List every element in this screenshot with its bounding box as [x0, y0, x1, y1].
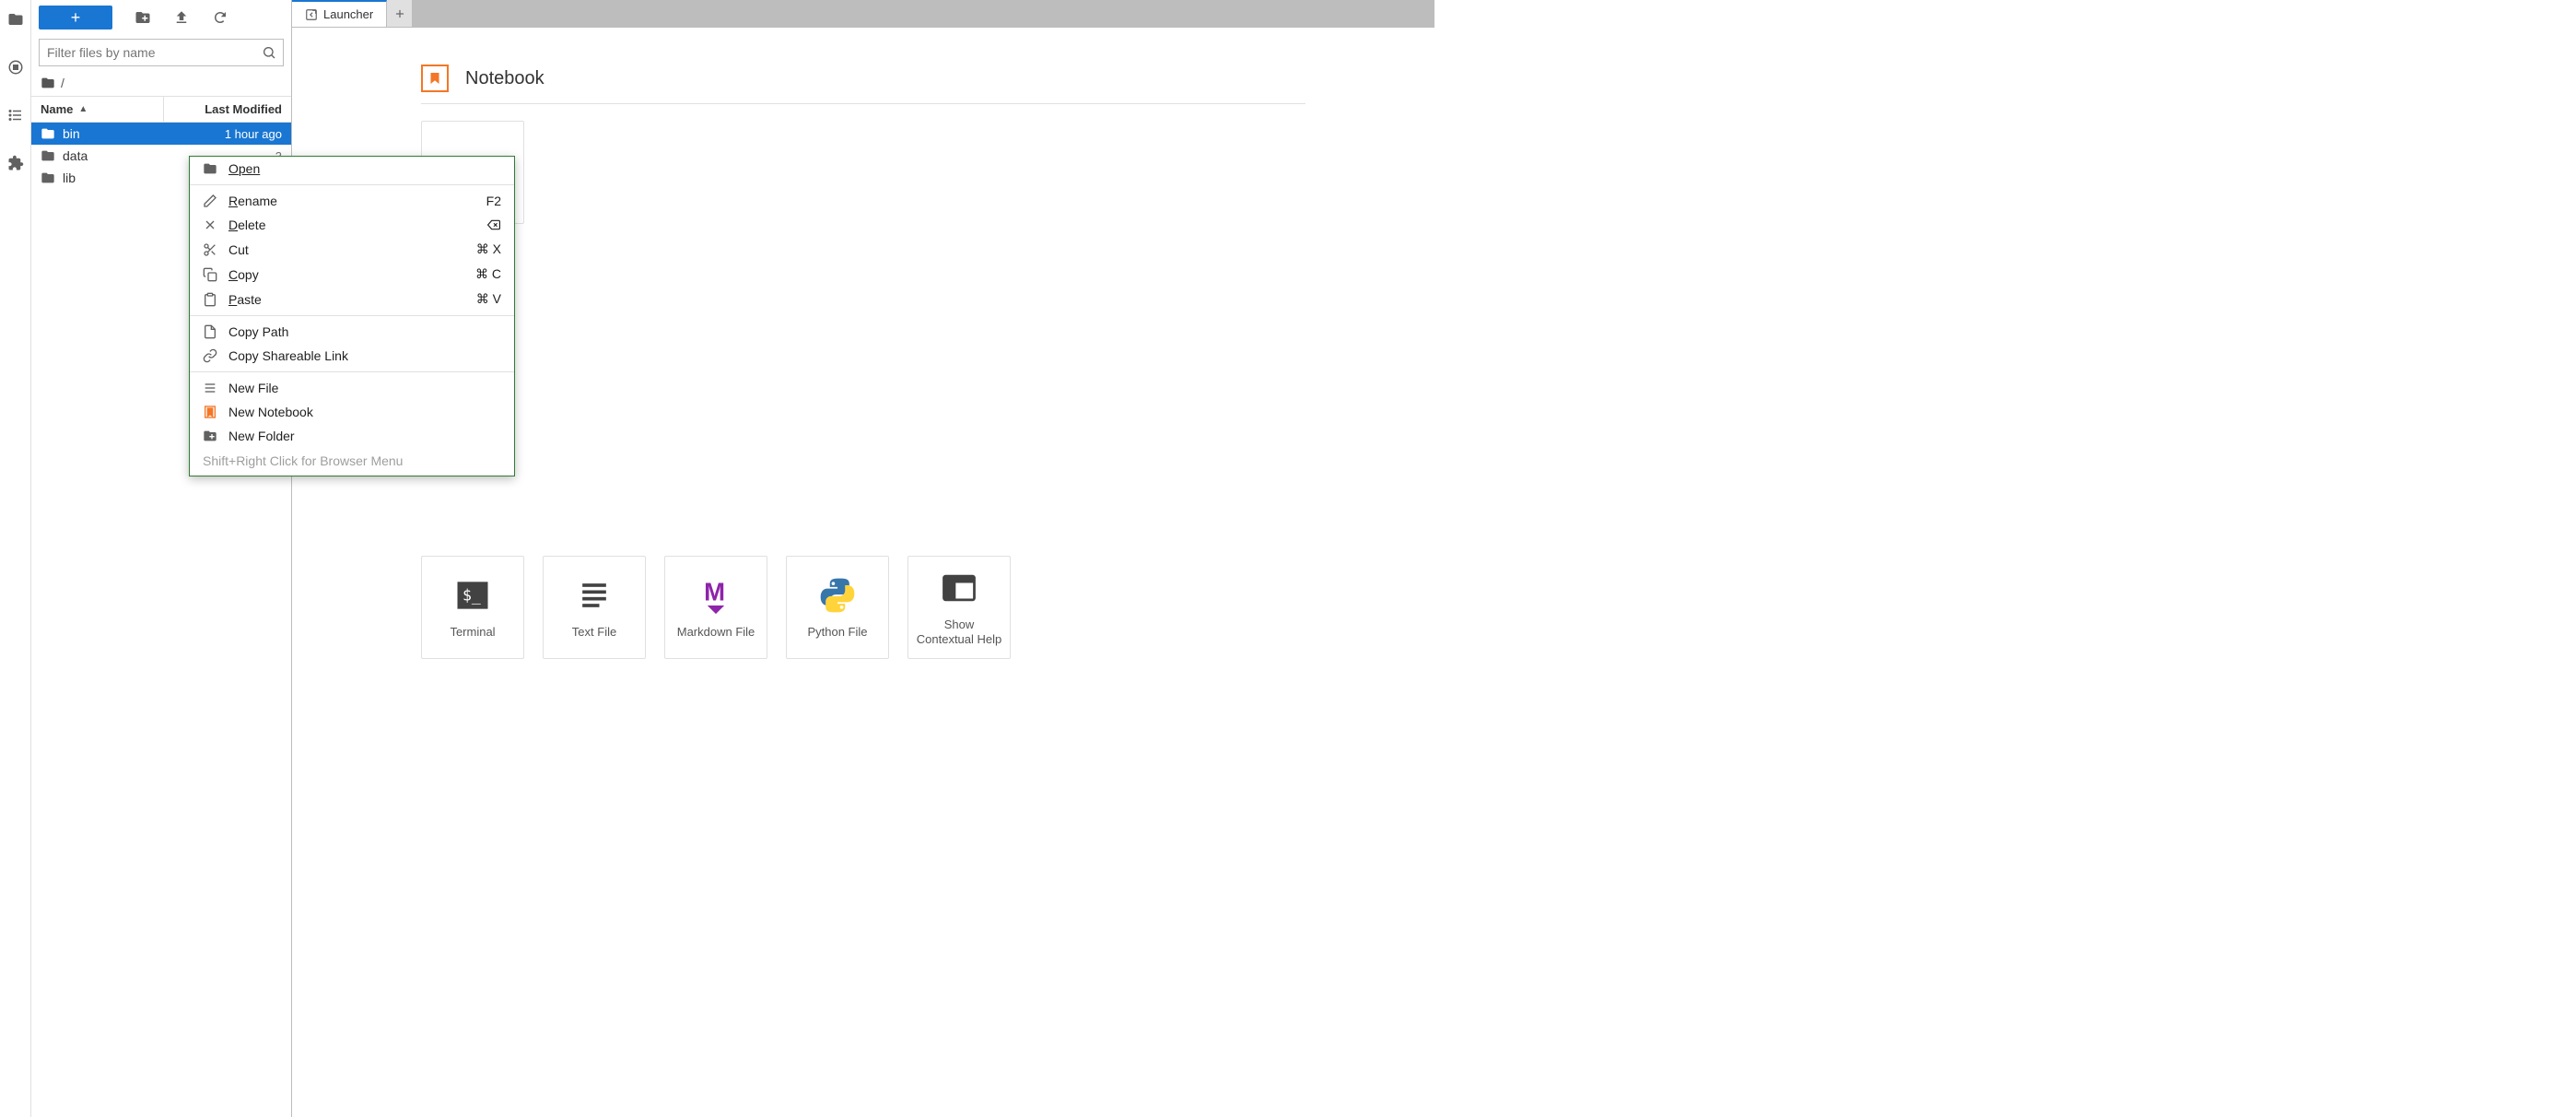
- cm-label: Delete: [228, 218, 475, 232]
- cm-new-file[interactable]: New File: [190, 376, 514, 400]
- notebook-section-icon: [421, 65, 449, 92]
- filebrowser-toolbar: +: [31, 0, 291, 35]
- cm-hint: Shift+Right Click for Browser Menu: [190, 448, 514, 476]
- cm-paste[interactable]: Paste ⌘ V: [190, 287, 514, 312]
- folder-icon: [203, 161, 217, 176]
- cm-copy-path[interactable]: Copy Path: [190, 320, 514, 344]
- breadcrumb-root: /: [61, 76, 64, 90]
- folder-icon: [41, 76, 55, 90]
- cm-shortcut: ⌘ X: [476, 241, 501, 257]
- cm-label: Copy Path: [228, 324, 501, 339]
- activity-extensions-icon[interactable]: [6, 153, 26, 173]
- folder-icon: [41, 148, 55, 163]
- cm-new-folder[interactable]: New Folder: [190, 424, 514, 448]
- file-row-bin[interactable]: bin 1 hour ago: [31, 123, 291, 145]
- cm-shortcut: F2: [486, 194, 501, 208]
- file-modified: 1 hour ago: [164, 127, 282, 141]
- markdown-icon: M: [696, 575, 736, 616]
- activity-files-icon[interactable]: [6, 9, 26, 29]
- context-menu: Open Rename F2 Delete Cut ⌘ X Copy ⌘ C P…: [189, 156, 515, 476]
- file-name: lib: [63, 170, 164, 185]
- card-label: Markdown File: [677, 625, 755, 640]
- card-markdown-file[interactable]: M Markdown File: [664, 556, 767, 659]
- file-name: data: [63, 148, 164, 163]
- column-modified[interactable]: Last Modified: [164, 97, 291, 122]
- column-name[interactable]: Name ▲: [31, 97, 164, 122]
- file-name: bin: [63, 126, 164, 141]
- cm-new-notebook[interactable]: New Notebook: [190, 400, 514, 424]
- new-launcher-button[interactable]: +: [39, 6, 112, 29]
- cm-copy-shareable-link[interactable]: Copy Shareable Link: [190, 344, 514, 368]
- contextual-help-icon: [939, 568, 979, 608]
- cm-separator: [190, 184, 514, 185]
- cm-label: Paste: [228, 292, 465, 307]
- file-list-header: Name ▲ Last Modified: [31, 96, 291, 123]
- cm-shortcut: [486, 218, 501, 231]
- card-label: Text File: [572, 625, 616, 640]
- cm-label: New Folder: [228, 429, 501, 443]
- activity-toc-icon[interactable]: [6, 105, 26, 125]
- cm-shortcut: ⌘ C: [475, 266, 501, 282]
- filter-input[interactable]: [39, 39, 284, 66]
- cm-label: Rename: [228, 194, 475, 208]
- cm-separator: [190, 371, 514, 372]
- refresh-icon[interactable]: [212, 9, 228, 26]
- card-label: Show Contextual Help: [914, 617, 1004, 646]
- scissors-icon: [203, 242, 217, 257]
- launcher-icon: [305, 8, 318, 21]
- cm-label: Copy: [228, 267, 464, 282]
- python-icon: [817, 575, 858, 616]
- pencil-icon: [203, 194, 217, 208]
- link-icon: [203, 348, 217, 363]
- cm-label: New File: [228, 381, 501, 395]
- cm-rename[interactable]: Rename F2: [190, 189, 514, 213]
- sort-ascending-icon: ▲: [78, 104, 88, 114]
- tab-bar: Launcher: [292, 0, 1434, 28]
- cm-delete[interactable]: Delete: [190, 213, 514, 237]
- folder-icon: [41, 170, 55, 185]
- cm-cut[interactable]: Cut ⌘ X: [190, 237, 514, 262]
- cm-label: New Notebook: [228, 405, 501, 419]
- copy-icon: [203, 267, 217, 282]
- notebook-icon: [203, 405, 217, 419]
- text-file-icon: [574, 575, 615, 616]
- cm-copy[interactable]: Copy ⌘ C: [190, 262, 514, 287]
- terminal-icon: $_: [452, 575, 493, 616]
- section-notebook: Notebook: [421, 65, 1306, 224]
- card-contextual-help[interactable]: Show Contextual Help: [907, 556, 1011, 659]
- cards-other: $_ Terminal Text File M Markdown File: [421, 556, 1306, 659]
- blank-area: [1434, 0, 2576, 1117]
- tab-launcher[interactable]: Launcher: [292, 0, 387, 27]
- upload-icon[interactable]: [173, 9, 190, 26]
- section-title: Notebook: [465, 68, 544, 89]
- card-label: Terminal: [450, 625, 495, 640]
- search-icon: [262, 45, 276, 60]
- cm-shortcut: ⌘ V: [476, 291, 501, 307]
- tab-add-button[interactable]: [387, 0, 413, 27]
- breadcrumb[interactable]: /: [31, 70, 291, 96]
- card-terminal[interactable]: $_ Terminal: [421, 556, 524, 659]
- folder-icon: [41, 126, 55, 141]
- tab-label: Launcher: [323, 7, 373, 21]
- card-python-file[interactable]: Python File: [786, 556, 889, 659]
- activity-bar: [0, 0, 31, 1117]
- svg-text:$_: $_: [463, 587, 481, 605]
- card-text-file[interactable]: Text File: [543, 556, 646, 659]
- filter-wrapper: [39, 39, 284, 66]
- lines-icon: [203, 381, 217, 395]
- clipboard-icon: [203, 292, 217, 307]
- cm-label: Cut: [228, 242, 465, 257]
- cm-separator: [190, 315, 514, 316]
- file-icon: [203, 324, 217, 339]
- new-folder-icon: [203, 429, 217, 443]
- cm-label: Copy Shareable Link: [228, 348, 501, 363]
- x-icon: [203, 218, 217, 232]
- new-folder-icon[interactable]: [135, 9, 151, 26]
- cm-open[interactable]: Open: [190, 157, 514, 181]
- cm-label: Open: [228, 161, 490, 176]
- card-label: Python File: [807, 625, 867, 640]
- svg-text:M: M: [704, 578, 725, 606]
- activity-running-icon[interactable]: [6, 57, 26, 77]
